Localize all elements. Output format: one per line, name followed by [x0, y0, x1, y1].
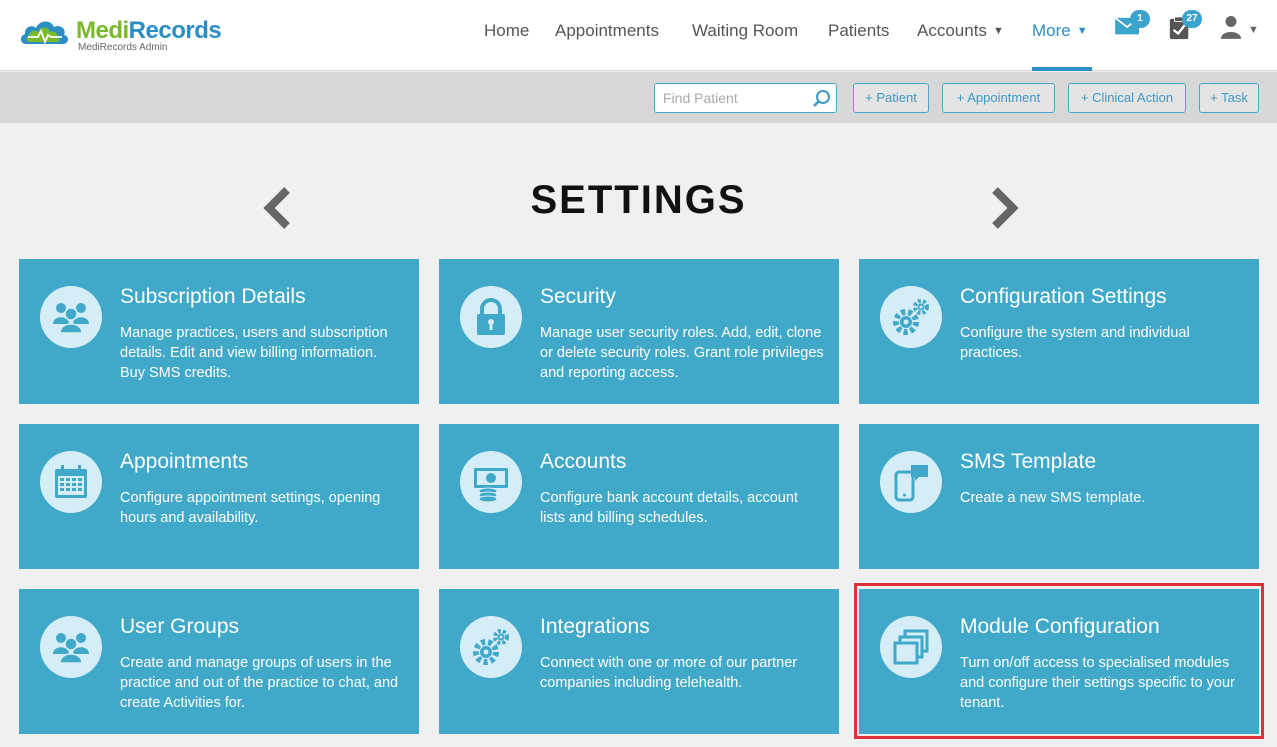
card-description: Manage user security roles. Add, edit, c… — [540, 325, 824, 381]
page-title: SETTINGS — [530, 178, 747, 222]
add-clinical-action-button[interactable]: + Clinical Action — [1068, 83, 1186, 113]
card-subscription-details[interactable]: Subscription Details Manage practices, u… — [19, 259, 419, 404]
card-description: Configure bank account details, account … — [540, 490, 798, 526]
nav-accounts-label: Accounts — [917, 21, 987, 40]
previous-arrow-icon[interactable] — [260, 184, 294, 232]
messages-badge: 1 — [1130, 10, 1150, 28]
find-patient-search — [654, 83, 837, 113]
calendar-icon — [40, 451, 102, 513]
nav-appointments[interactable]: Appointments — [555, 0, 659, 71]
card-title: Security — [540, 285, 616, 308]
gears-icon — [460, 616, 522, 678]
card-integrations[interactable]: Integrations Connect with one or more of… — [439, 589, 839, 734]
tasks-badge: 27 — [1182, 10, 1202, 28]
card-description: Create a new SMS template. — [960, 490, 1146, 506]
stacked-windows-icon — [880, 616, 942, 678]
card-title: Module Configuration — [960, 615, 1160, 638]
money-icon — [460, 451, 522, 513]
user-menu[interactable]: ▼ — [1220, 14, 1260, 44]
users-icon — [40, 286, 102, 348]
card-title: Integrations — [540, 615, 650, 638]
nav-accounts[interactable]: Accounts ▼ — [917, 0, 1004, 71]
card-accounts[interactable]: Accounts Configure bank account details,… — [439, 424, 839, 569]
card-description: Connect with one or more of our partner … — [540, 655, 798, 691]
card-description: Configure the system and individual prac… — [960, 325, 1190, 361]
add-task-button[interactable]: + Task — [1199, 83, 1259, 113]
messages-button[interactable]: 1 — [1114, 10, 1150, 46]
card-description: Create and manage groups of users in the… — [120, 655, 399, 711]
nav-home[interactable]: Home — [484, 0, 529, 71]
nav-more[interactable]: More ▼ — [1032, 0, 1092, 71]
card-sms-template[interactable]: SMS Template Create a new SMS template. — [859, 424, 1259, 569]
card-title: Subscription Details — [120, 285, 306, 308]
card-configuration-settings[interactable]: Configuration Settings Configure the sys… — [859, 259, 1259, 404]
card-user-groups[interactable]: User Groups Create and manage groups of … — [19, 589, 419, 734]
card-title: User Groups — [120, 615, 240, 638]
nav-waiting-room[interactable]: Waiting Room — [692, 0, 798, 71]
action-toolbar: + Patient + Appointment + Clinical Actio… — [0, 72, 1277, 123]
card-security[interactable]: Security Manage user security roles. Add… — [439, 259, 839, 404]
card-appointments[interactable]: Appointments Configure appointment setti… — [19, 424, 419, 569]
logo-subtitle: MediRecords Admin — [78, 42, 168, 53]
next-arrow-icon[interactable] — [988, 184, 1022, 232]
card-title: SMS Template — [960, 450, 1097, 473]
tasks-button[interactable]: 27 — [1168, 10, 1202, 46]
card-title: Accounts — [540, 450, 627, 473]
chevron-down-icon: ▼ — [1076, 25, 1088, 37]
nav-more-label: More — [1032, 21, 1071, 40]
card-module-configuration[interactable]: Module Configuration Turn on/off access … — [859, 589, 1259, 734]
logo-brand: MediRecords — [76, 17, 222, 44]
card-description: Manage practices, users and subscription… — [120, 325, 388, 381]
gears-icon — [880, 286, 942, 348]
logo[interactable]: MediRecords MediRecords Admin — [18, 14, 238, 58]
card-title: Configuration Settings — [960, 285, 1167, 308]
user-icon — [1220, 16, 1242, 39]
search-icon[interactable] — [812, 89, 832, 109]
cloud-logo-icon — [20, 21, 69, 45]
add-appointment-button[interactable]: + Appointment — [942, 83, 1055, 113]
card-title: Appointments — [120, 450, 249, 473]
card-description: Turn on/off access to specialised module… — [960, 655, 1235, 711]
chevron-down-icon: ▼ — [1248, 24, 1259, 36]
nav-patients[interactable]: Patients — [828, 0, 889, 71]
find-patient-input[interactable] — [663, 88, 813, 108]
lock-icon — [460, 286, 522, 348]
users-icon — [40, 616, 102, 678]
card-description: Configure appointment settings, opening … — [120, 490, 381, 526]
phone-message-icon — [880, 451, 942, 513]
chevron-down-icon: ▼ — [992, 25, 1004, 37]
top-header: MediRecords MediRecords Admin Home Appoi… — [0, 0, 1277, 71]
add-patient-button[interactable]: + Patient — [853, 83, 929, 113]
